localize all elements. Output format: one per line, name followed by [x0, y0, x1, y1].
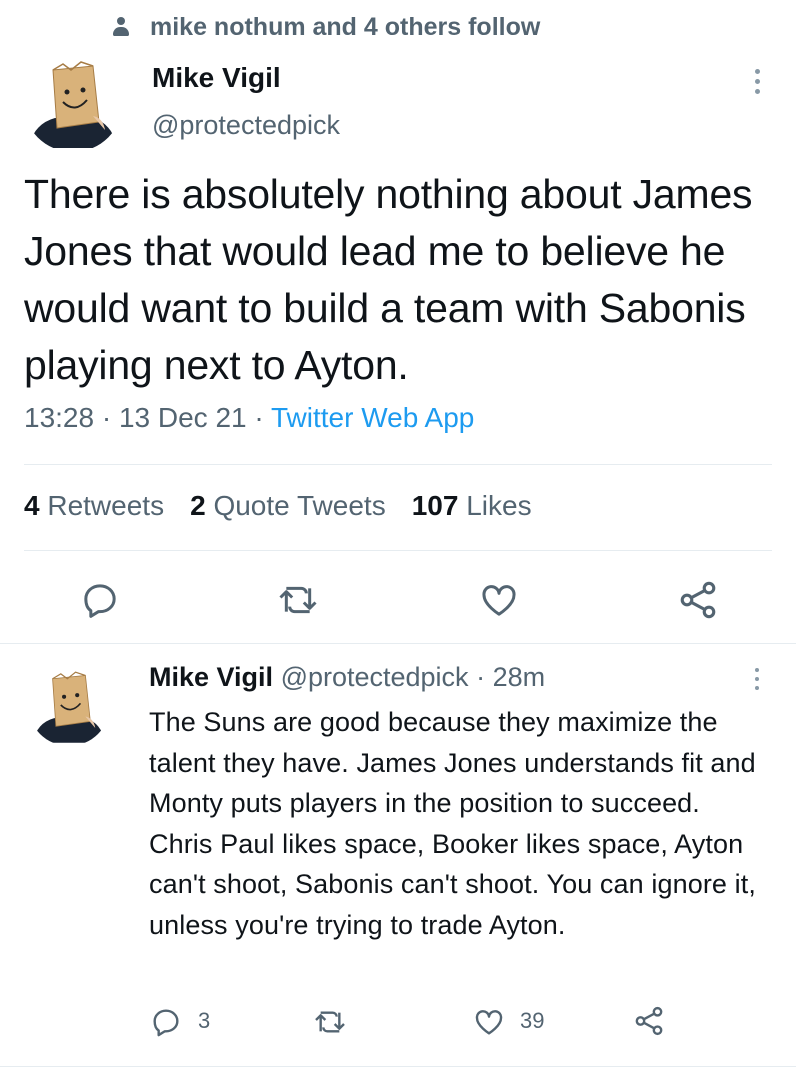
tweet-date: 13 Dec 21: [118, 402, 247, 433]
meta-separator: ·: [254, 402, 264, 433]
divider: [0, 643, 796, 644]
meta-separator: ·: [101, 402, 112, 433]
retweets-stat[interactable]: 4 Retweets: [24, 490, 164, 522]
divider: [24, 464, 772, 465]
retweets-label: Retweets: [47, 490, 165, 521]
tweet-source-link[interactable]: Twitter Web App: [271, 402, 474, 433]
reply-reply-count: 3: [198, 1008, 211, 1033]
likes-label: Likes: [466, 490, 532, 521]
social-context-text: mike nothum and 4 others follow: [150, 12, 541, 41]
reply-icon[interactable]: [80, 580, 120, 620]
reply-retweet-icon[interactable]: [312, 1006, 348, 1038]
tweet-time: 13:28: [24, 402, 95, 433]
more-options-icon[interactable]: [752, 69, 762, 94]
reply-time[interactable]: 28m: [493, 662, 546, 692]
tweet-text: There is absolutely nothing about James …: [24, 171, 753, 388]
retweet-icon[interactable]: [276, 580, 320, 620]
quote-tweets-stat[interactable]: 2 Quote Tweets: [190, 490, 386, 522]
retweets-count: 4: [24, 490, 40, 521]
reply-text: The Suns are good because they maximize …: [149, 707, 756, 940]
share-icon[interactable]: [676, 578, 720, 622]
avatar[interactable]: [23, 52, 123, 152]
reply-author-handle[interactable]: @protectedpick: [281, 662, 469, 692]
divider: [0, 1066, 796, 1067]
reply-like-icon[interactable]: [472, 1006, 506, 1038]
person-icon: [110, 16, 132, 38]
reply-more-options-icon[interactable]: [752, 668, 762, 690]
social-context[interactable]: mike nothum and 4 others follow: [110, 12, 540, 42]
reply-avatar[interactable]: [28, 664, 110, 746]
quotes-label: Quote Tweets: [213, 490, 386, 521]
reply-header: Mike Vigil @protectedpick · 28m: [149, 662, 545, 693]
reply-like-count: 39: [520, 1008, 545, 1033]
likes-count: 107: [411, 490, 459, 521]
reply-share-icon[interactable]: [632, 1004, 666, 1038]
author-handle[interactable]: @protectedpick: [152, 110, 340, 141]
quotes-count: 2: [190, 490, 206, 521]
reply-author-name[interactable]: Mike Vigil: [149, 662, 273, 692]
likes-stat[interactable]: 107 Likes: [412, 490, 532, 522]
divider: [24, 550, 772, 551]
reply-separator: ·: [476, 662, 486, 692]
tweet-metadata: 13:28 · 13 Dec 21 · Twitter Web App: [24, 402, 474, 434]
like-icon[interactable]: [478, 580, 520, 620]
author-name[interactable]: Mike Vigil: [152, 62, 281, 94]
tweet-stats: 4 Retweets 2 Quote Tweets 107 Likes: [24, 490, 558, 522]
reply-reply-icon[interactable]: [150, 1006, 182, 1038]
